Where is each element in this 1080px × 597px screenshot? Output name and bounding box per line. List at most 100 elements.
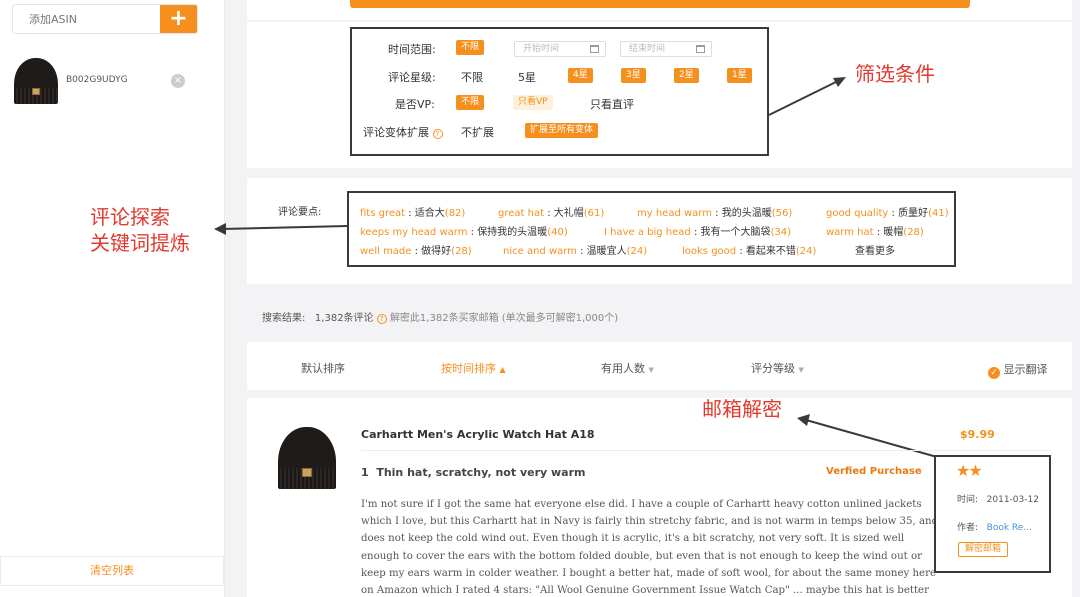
end-date-input[interactable]: 结束时间 <box>620 41 712 57</box>
chevron-down-icon: ▼ <box>648 366 654 374</box>
keyword-annotation-arrow <box>214 223 348 235</box>
keyword-count: (28) <box>451 246 472 257</box>
sort-by-time-label: 按时间排序 <box>441 362 496 375</box>
keyword-item[interactable]: fits great : 适合大(82) <box>360 204 465 219</box>
keyword-annotation-line2: 关键词提炼 <box>90 231 190 255</box>
keyword-label: 评论要点: <box>278 207 322 218</box>
sort-by-time[interactable]: 按时间排序 ▲ <box>441 360 506 376</box>
keyword-en: looks good <box>682 246 737 257</box>
review-line: enough to cover the ears with the bottom… <box>361 550 922 562</box>
rating-option-5[interactable]: 5星 <box>518 69 536 85</box>
sort-helpful[interactable]: 有用人数 ▼ <box>601 360 654 376</box>
keyword-en: well made <box>360 246 412 257</box>
review-body: I'm not sure if I got the same hat every… <box>361 496 938 597</box>
sort-helpful-label: 有用人数 <box>601 362 645 375</box>
keyword-en: fits great <box>360 208 406 219</box>
filter-annotation-arrow <box>768 77 846 116</box>
keyword-item[interactable]: I have a big head : 我有一个大脑袋(34) <box>604 223 791 238</box>
time-any-option[interactable]: 不限 <box>456 40 485 55</box>
keyword-en: good quality <box>826 208 889 219</box>
keyword-item[interactable]: nice and warm : 温暖宜人(24) <box>503 242 647 257</box>
keyword-en: I have a big head <box>604 227 691 238</box>
keyword-zh: 大礼帽 <box>553 208 584 219</box>
vp-label: 是否VP: <box>395 98 435 111</box>
review-time-value: 2011-03-12 <box>986 495 1039 505</box>
keyword-count: (61) <box>583 208 605 219</box>
remove-asin-icon[interactable]: × <box>171 74 185 88</box>
sidebar-asin-text: B002G9UDYG <box>66 75 128 85</box>
review-line: does not keep the cold wind out. Even th… <box>361 533 905 545</box>
keyword-zh: 做得好 <box>421 246 452 257</box>
end-date-placeholder: 结束时间 <box>629 44 666 54</box>
rating-option-3[interactable]: 3星 <box>621 68 646 83</box>
divider <box>361 450 1051 451</box>
review-price: $9.99 <box>960 428 995 441</box>
review-line: keep my ears warm in colder weather. I b… <box>361 567 936 579</box>
vp-option-direct[interactable]: 只看直评 <box>590 96 634 112</box>
keyword-zh: 质量好 <box>898 208 929 219</box>
calendar-icon <box>590 45 599 53</box>
keyword-item[interactable]: looks good : 看起来不错(24) <box>682 242 816 257</box>
keyword-count: (56) <box>771 208 793 219</box>
keyword-zh: 暖帽 <box>883 227 904 238</box>
review-headline-text: Thin hat, scratchy, not very warm <box>376 466 586 479</box>
decrypt-email-button[interactable]: 解密邮箱 <box>958 542 1009 557</box>
keyword-en: warm hat <box>826 227 874 238</box>
vp-option-only-vp[interactable]: 只看VP <box>513 95 553 110</box>
info-icon: ? <box>376 314 387 324</box>
variant-option-none[interactable]: 不扩展 <box>461 124 494 140</box>
keyword-item[interactable]: good quality : 质量好(41) <box>826 204 949 219</box>
review-author-link[interactable]: Book Re... <box>987 523 1032 533</box>
keyword-count: (24) <box>795 246 817 257</box>
rating-option-2[interactable]: 2星 <box>674 68 699 83</box>
chevron-down-icon: ▼ <box>798 366 804 374</box>
variant-label: 评论变体扩展 <box>363 126 429 139</box>
keyword-en: great hat <box>498 208 545 219</box>
keyword-item[interactable]: keeps my head warm : 保持我的头温暖(40) <box>360 223 568 238</box>
keyword-annotation-line1: 评论探索 <box>90 205 170 229</box>
rating-option-any[interactable]: 不限 <box>461 69 483 85</box>
keyword-en: keeps my head warm <box>360 227 468 238</box>
results-summary: 搜索结果: 1,382条评论 ? 解密此1,382条买家邮箱 (单次最多可解密1… <box>262 309 618 324</box>
keyword-item[interactable]: great hat : 大礼帽(61) <box>498 204 604 219</box>
review-product-title[interactable]: Carhartt Men's Acrylic Watch Hat A18 <box>361 428 595 441</box>
sort-rating[interactable]: 评分等级 ▼ <box>751 360 804 376</box>
beanie-image <box>278 427 336 489</box>
sort-default[interactable]: 默认排序 <box>301 360 345 376</box>
keyword-en: my head warm <box>637 208 712 219</box>
rating-option-1[interactable]: 1星 <box>727 68 752 83</box>
keyword-zh: 看起来不错 <box>745 246 796 257</box>
review-headline: 1 Thin hat, scratchy, not very warm <box>361 466 585 479</box>
translate-label: 显示翻译 <box>1003 363 1048 376</box>
review-author-label: 作者: <box>957 523 979 533</box>
review-line: on Amazon which I rated 4 stars: "All Wo… <box>361 585 929 597</box>
asin-input[interactable] <box>13 5 161 33</box>
keyword-item[interactable]: my head warm : 我的头温暖(56) <box>637 204 792 219</box>
rating-option-4[interactable]: 4星 <box>568 68 593 83</box>
vp-option-any[interactable]: 不限 <box>456 95 485 110</box>
decrypt-all-link[interactable]: 解密此1,382条买家邮箱 (单次最多可解密1,000个) <box>390 313 618 324</box>
time-range-label: 时间范围: <box>388 43 436 56</box>
product-thumbnail[interactable] <box>12 56 60 104</box>
translate-toggle[interactable]: ✓ 显示翻译 <box>988 361 1048 379</box>
variant-option-all[interactable]: 扩展至所有变体 <box>525 123 599 138</box>
keyword-count: (40) <box>547 227 568 238</box>
add-asin-button[interactable]: + <box>160 5 197 33</box>
keyword-item[interactable]: well made : 做得好(28) <box>360 242 472 257</box>
review-product-image[interactable] <box>276 425 338 489</box>
keyword-more-link[interactable]: 查看更多 <box>855 242 895 257</box>
clear-list-button[interactable]: 清空列表 <box>0 556 224 586</box>
keyword-count: (82) <box>444 208 466 219</box>
start-date-input[interactable]: 开始时间 <box>514 41 606 57</box>
help-icon[interactable]: ? <box>432 129 443 139</box>
results-count: 1,382条评论 <box>314 313 374 324</box>
filter-annotation-label: 筛选条件 <box>855 62 935 86</box>
keyword-item[interactable]: warm hat : 暖帽(28) <box>826 223 924 238</box>
review-time-label: 时间: <box>957 495 979 505</box>
keyword-en: nice and warm <box>503 246 577 257</box>
verified-purchase-badge: Verfied Purchase <box>826 466 922 477</box>
review-line: I'm not sure if I got the same hat every… <box>361 499 922 510</box>
keyword-count: (28) <box>903 227 924 238</box>
email-annotation-label: 邮箱解密 <box>702 397 782 421</box>
asin-input-group: + <box>12 4 198 34</box>
